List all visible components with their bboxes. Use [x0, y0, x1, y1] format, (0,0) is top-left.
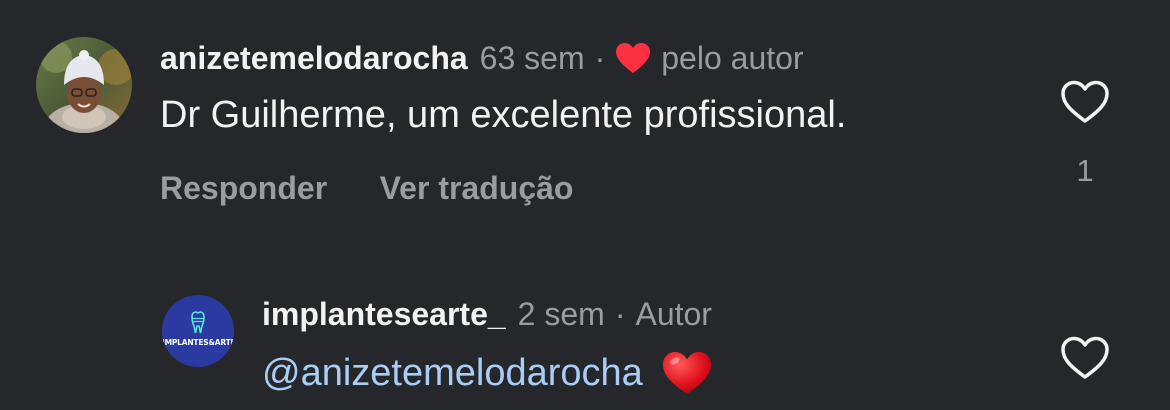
- comment-text: @anizetemelodarocha: [262, 350, 713, 396]
- separator: ·: [614, 295, 626, 332]
- translate-button[interactable]: Ver tradução: [380, 170, 574, 206]
- reply-item: IMPLANTES&ARTE implantesearte_ 2 sem · A…: [0, 240, 1170, 410]
- heart-outline-icon: [1061, 80, 1109, 123]
- username[interactable]: implantesearte_: [262, 296, 506, 333]
- comment-header: implantesearte_ 2 sem · Autor: [262, 294, 712, 334]
- username[interactable]: anizetemelodarocha: [160, 40, 468, 77]
- like-count: 1: [1076, 153, 1094, 188]
- like-button[interactable]: [1060, 336, 1110, 380]
- liked-by-author-label: pelo autor: [661, 39, 804, 76]
- comment-header: anizetemelodarocha 63 sem · pelo autor: [160, 38, 804, 78]
- heart-filled-icon: [615, 42, 651, 74]
- heart-outline-icon: [1061, 336, 1109, 379]
- reply-button[interactable]: Responder: [160, 170, 327, 206]
- heart-emoji-icon: [661, 350, 713, 396]
- logo-text: IMPLANTES&ARTE: [162, 338, 234, 347]
- separator: ·: [594, 39, 606, 76]
- comment-actions: Responder Ver tradução: [160, 170, 621, 207]
- author-badge: Autor: [635, 295, 712, 332]
- comment-item: anizetemelodarocha 63 sem · pelo autor D…: [0, 0, 1170, 240]
- timestamp: 63 sem: [479, 39, 585, 76]
- timestamp: 2 sem: [517, 295, 605, 332]
- tooth-logo-avatar-icon: [162, 295, 234, 367]
- avatar[interactable]: [36, 37, 132, 133]
- mention-link[interactable]: @anizetemelodarocha: [262, 352, 643, 395]
- avatar[interactable]: IMPLANTES&ARTE: [162, 295, 234, 367]
- user-photo-avatar-icon: [36, 37, 132, 133]
- like-button[interactable]: [1060, 80, 1110, 124]
- comment-text: Dr Guilherme, um excelente profissional.: [160, 94, 847, 136]
